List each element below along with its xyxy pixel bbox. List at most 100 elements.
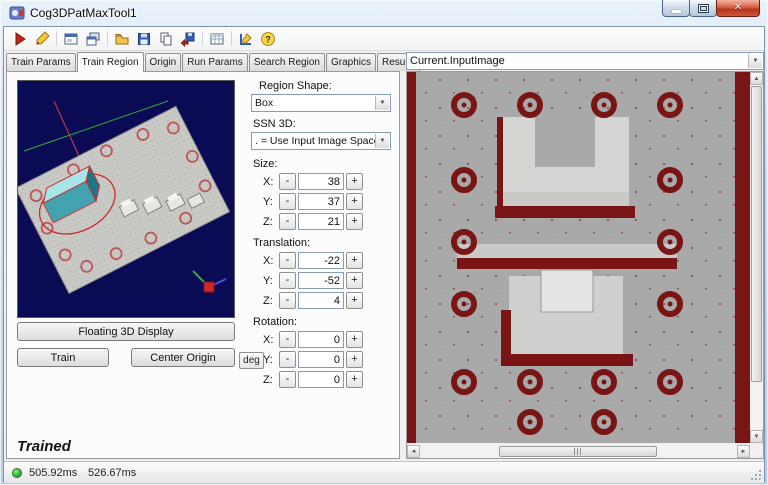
minimize-icon: [671, 9, 681, 13]
save-as-button[interactable]: [177, 29, 199, 49]
open-button[interactable]: [111, 29, 133, 49]
size-x-axis-label: X:: [263, 175, 274, 188]
rotation-z-increment-button[interactable]: +: [346, 371, 363, 388]
train-button[interactable]: Train: [17, 348, 109, 367]
table-button[interactable]: [206, 29, 228, 49]
fixture-top: [495, 117, 635, 218]
translation-z-decrement-button[interactable]: -: [279, 292, 296, 309]
run-button[interactable]: [9, 29, 31, 49]
rotation-y-input[interactable]: [298, 351, 344, 368]
rotation-x-increment-button[interactable]: +: [346, 331, 363, 348]
translation-x-decrement-button[interactable]: -: [279, 252, 296, 269]
local-display-icon: [64, 33, 78, 44]
floating-3d-display-button[interactable]: Floating 3D Display: [17, 322, 235, 341]
input-image-value: Current.InputImage: [410, 55, 505, 67]
table-icon: [210, 33, 224, 44]
tab-run-params[interactable]: Run Params: [182, 53, 248, 71]
scroll-left-button[interactable]: [407, 445, 420, 458]
svg-text:?: ?: [265, 34, 271, 44]
translation-label: Translation:: [253, 237, 311, 249]
save-icon: [138, 32, 150, 45]
size-z-increment-button[interactable]: +: [346, 213, 363, 230]
horizontal-scroll-thumb[interactable]: [499, 446, 657, 457]
local-display-button[interactable]: [60, 29, 82, 49]
rotation-y-axis-label: Y:: [263, 353, 273, 366]
tab-origin[interactable]: Origin: [144, 53, 182, 71]
tab-train-region[interactable]: Train Region: [76, 52, 144, 72]
input-image-display[interactable]: [407, 72, 750, 443]
size-x-decrement-button[interactable]: -: [279, 173, 296, 190]
resize-grip-icon[interactable]: [750, 469, 763, 482]
size-y-decrement-button[interactable]: -: [279, 193, 296, 210]
3d-display[interactable]: [14, 80, 235, 318]
rotation-z-decrement-button[interactable]: -: [279, 371, 296, 388]
size-x-input[interactable]: [298, 173, 344, 190]
region-shape-select[interactable]: Box: [251, 94, 391, 112]
app-window: Cog3DPatMaxTool1 ✕ ? Train Params Train …: [0, 0, 768, 485]
size-y-input[interactable]: [298, 193, 344, 210]
scroll-right-button[interactable]: [737, 445, 750, 458]
app-icon: [9, 6, 25, 20]
translation-z-increment-button[interactable]: +: [346, 292, 363, 309]
client-area: ? Train Params Train Region Origin Run P…: [3, 26, 765, 483]
rotation-z-input[interactable]: [298, 371, 344, 388]
scroll-grip-icon: [573, 448, 583, 455]
floating-display-button[interactable]: [82, 29, 104, 49]
center-origin-button[interactable]: Center Origin: [131, 348, 235, 367]
size-z-input[interactable]: [298, 213, 344, 230]
rotation-label: Rotation:: [253, 316, 298, 328]
translation-y-decrement-button[interactable]: -: [279, 272, 296, 289]
maximize-button[interactable]: [689, 0, 717, 17]
translation-z-axis-label: Z:: [263, 294, 273, 307]
size-y-increment-button[interactable]: +: [346, 193, 363, 210]
dropdown-arrow-icon[interactable]: [375, 134, 389, 148]
tab-graphics[interactable]: Graphics: [325, 53, 376, 71]
minimize-button[interactable]: [662, 0, 690, 17]
size-x-increment-button[interactable]: +: [346, 173, 363, 190]
run-icon: [15, 31, 26, 46]
horizontal-scrollbar[interactable]: [407, 445, 750, 458]
translation-x-input[interactable]: [298, 252, 344, 269]
copy-button[interactable]: [155, 29, 177, 49]
rotation-x-input[interactable]: [298, 331, 344, 348]
auto-run-button[interactable]: [31, 29, 53, 49]
rotation-x-decrement-button[interactable]: -: [279, 331, 296, 348]
last-run-time: 526.67ms: [88, 467, 137, 479]
tab-search-region[interactable]: Search Region: [248, 53, 325, 71]
vertical-scroll-thumb[interactable]: [751, 86, 762, 382]
tab-train-params[interactable]: Train Params: [6, 53, 76, 71]
scroll-down-button[interactable]: [750, 430, 763, 443]
dropdown-arrow-icon[interactable]: [375, 96, 389, 110]
close-button[interactable]: ✕: [716, 0, 760, 17]
translation-y-increment-button[interactable]: +: [346, 272, 363, 289]
tools-button[interactable]: [235, 29, 257, 49]
tab-label: Run Params: [187, 57, 243, 68]
status-bar: 505.92ms 526.67ms: [4, 461, 764, 483]
execution-time: 505.92ms: [29, 467, 78, 479]
window-title: Cog3DPatMaxTool1: [30, 6, 137, 20]
help-button[interactable]: ?: [257, 29, 279, 49]
copy-icon: [160, 32, 172, 45]
ssn-select[interactable]: . = Use Input Image Space: [251, 132, 391, 150]
vertical-scrollbar[interactable]: [750, 72, 763, 443]
translation-y-input[interactable]: [298, 272, 344, 289]
region-shape-value: Box: [255, 97, 274, 109]
ssn-label: SSN 3D:: [253, 118, 296, 130]
titlebar[interactable]: Cog3DPatMaxTool1 ✕: [0, 0, 768, 26]
rotation-y-increment-button[interactable]: +: [346, 351, 363, 368]
input-image-select[interactable]: Current.InputImage: [406, 52, 764, 70]
scrollbar-corner: [750, 445, 763, 458]
image-panel: [406, 71, 764, 459]
dropdown-arrow-icon[interactable]: [748, 54, 762, 68]
deg-button[interactable]: deg: [239, 352, 264, 369]
toolbar-separator: [107, 31, 108, 46]
scroll-up-button[interactable]: [750, 72, 763, 85]
rotation-y-decrement-button[interactable]: -: [279, 351, 296, 368]
size-z-axis-label: Z:: [263, 215, 273, 228]
region-controls: Region Shape: Box SSN 3D: . = Use Input …: [239, 80, 391, 388]
tab-strip: Train Params Train Region Origin Run Par…: [6, 51, 421, 72]
translation-z-input[interactable]: [298, 292, 344, 309]
save-button[interactable]: [133, 29, 155, 49]
size-z-decrement-button[interactable]: -: [279, 213, 296, 230]
translation-x-increment-button[interactable]: +: [346, 252, 363, 269]
